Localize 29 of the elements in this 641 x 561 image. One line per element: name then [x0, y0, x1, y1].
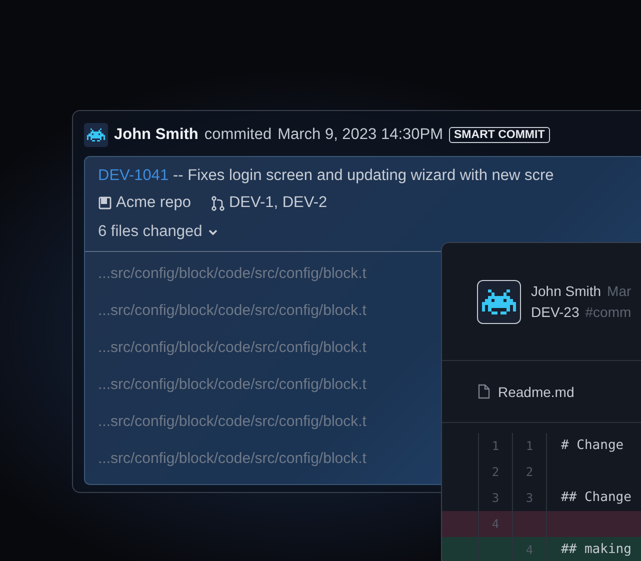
line-number: 1: [526, 439, 534, 453]
author-name[interactable]: John Smith: [114, 126, 198, 144]
files-changed-toggle[interactable]: 6 files changed: [98, 217, 218, 247]
code-text: ## making: [561, 542, 632, 557]
chevron-icon: [208, 228, 218, 236]
commit-tag: #comm: [585, 304, 632, 320]
commit-date: Mar: [607, 283, 632, 299]
issue-link[interactable]: DEV-1041: [98, 167, 169, 184]
commit-date: March 9, 2023 14:30PM: [278, 126, 444, 144]
branch-names[interactable]: DEV-1, DEV-2: [228, 194, 328, 212]
smart-commit-badge: SMART COMMIT: [449, 127, 550, 143]
issue-key[interactable]: DEV-23: [531, 304, 580, 320]
avatar-icon: [84, 123, 108, 147]
line-number: 4: [492, 517, 500, 531]
file-name[interactable]: Readme.md: [498, 384, 574, 400]
line-number: 2: [526, 465, 534, 479]
line-number: 3: [526, 491, 534, 505]
code-text: ## Change: [561, 490, 632, 505]
file-icon: [478, 384, 490, 399]
code-text: # Change: [561, 438, 624, 453]
repo-name[interactable]: Acme repo: [116, 194, 191, 212]
author-name[interactable]: John Smith: [531, 283, 602, 299]
branch-icon: [210, 196, 225, 210]
book-icon: [98, 196, 112, 210]
commit-action: commited: [204, 126, 272, 144]
line-number: 2: [492, 465, 500, 479]
line-number: 1: [492, 439, 500, 453]
line-number: 3: [492, 491, 500, 505]
commit-message: DEV-1041 -- Fixes login screen and updating wizard with new scre: [98, 167, 555, 186]
